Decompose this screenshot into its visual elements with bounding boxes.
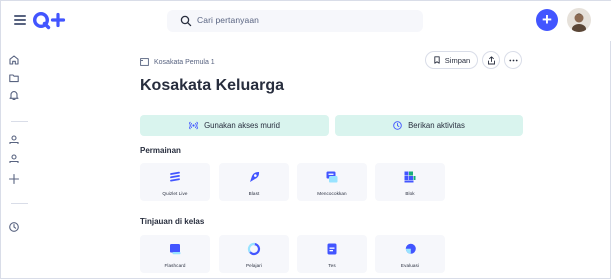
flashcard-icon [170,244,181,255]
sidebar-divider [11,121,28,122]
give-activity-label: Berikan aktivitas [408,121,465,130]
home-icon[interactable] [8,54,20,66]
blocks-icon [404,171,416,183]
game-card-match[interactable]: Mencocokkan [297,163,367,201]
broadcast-icon [189,121,199,130]
bookmark-icon [434,56,440,64]
game-card-quizlet-live[interactable]: Quizlet Live [140,163,210,201]
game-card-blast[interactable]: Blast [219,163,289,201]
learn-icon [247,242,261,256]
add-icon[interactable] [8,173,20,185]
card-label: Tes [328,263,336,268]
card-label: Blok [405,191,415,196]
card-label: Pelajari [245,263,263,268]
breadcrumb-label: Kosakata Pemula 1 [154,58,215,66]
sidebar [1,41,31,279]
bell-icon[interactable] [8,89,20,101]
test-icon [327,243,337,255]
breadcrumb[interactable]: Kosakata Pemula 1 [140,55,215,69]
page-title: Kosakata Keluarga [140,77,285,94]
avatar[interactable] [567,8,591,32]
search-icon [180,15,192,27]
checkpoint-icon [405,243,416,254]
class-icon[interactable] [8,153,20,165]
blast-icon [250,171,260,182]
class-icon[interactable] [8,134,20,146]
card-label: Evaluasi [400,263,420,268]
games-heading: Permainan [140,146,181,155]
folder-icon[interactable] [8,72,20,84]
card-label: Quizlet Live [162,191,188,196]
more-options-button[interactable] [504,51,522,69]
save-label: Simpan [444,55,471,65]
review-card-checkpoint[interactable]: Evaluasi [375,235,445,273]
give-activity-button[interactable]: Berikan aktivitas [335,115,523,136]
set-actions: Simpan [425,51,522,69]
match-icon [326,171,338,183]
card-label: Mencocokkan [317,191,347,196]
top-bar: Cari pertanyaan + [1,1,611,41]
game-card-blocks[interactable]: Blok [375,163,445,201]
student-access-label: Gunakan akses murid [204,121,280,130]
set-icon [140,58,149,66]
clock-icon [393,121,402,130]
review-card-test[interactable]: Tes [297,235,367,273]
share-button[interactable] [482,51,500,69]
clock-icon[interactable] [8,221,20,233]
review-card-learn[interactable]: Pelajari [219,235,289,273]
sidebar-divider [11,203,28,204]
save-button[interactable]: Simpan [425,51,478,69]
review-heading: Tinjauan di kelas [140,217,205,226]
student-access-button[interactable]: Gunakan akses murid [140,115,329,136]
share-icon [487,55,495,64]
create-button[interactable]: + [536,9,558,31]
more-icon [508,59,518,61]
quizlet-logo[interactable] [32,9,68,31]
card-label: Flashcard [164,263,186,268]
quizlet-live-icon [170,171,180,182]
menu-icon[interactable] [14,15,26,25]
card-label: Blast [248,191,260,196]
review-card-flashcard[interactable]: Flashcard [140,235,210,273]
search-placeholder: Cari pertanyaan [197,15,259,25]
search-input[interactable]: Cari pertanyaan [167,10,423,32]
